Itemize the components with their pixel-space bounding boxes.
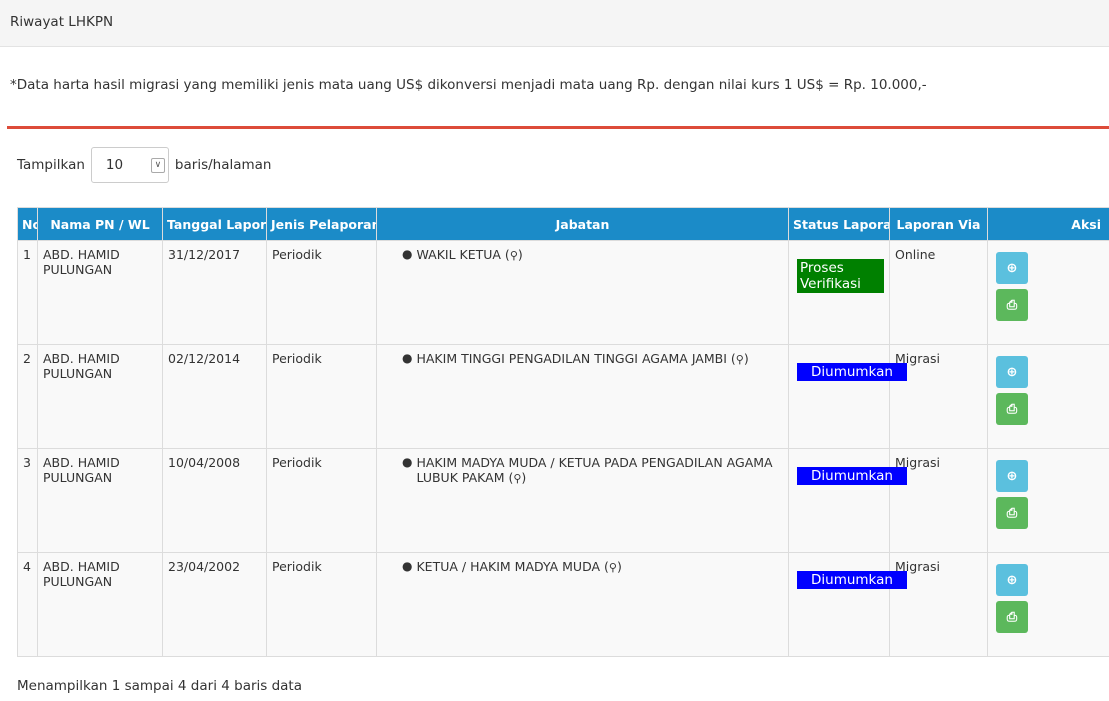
currency-notice: *Data harta hasil migrasi yang memiliki …	[10, 77, 927, 93]
key-icon[interactable]: ⚲	[513, 472, 521, 485]
key-icon[interactable]: ⚲	[736, 353, 744, 366]
cell-jenis: Periodik	[266, 448, 377, 553]
cell-via: Migrasi	[889, 448, 988, 553]
status-badge: Proses Verifikasi	[797, 259, 884, 293]
table-row: 2 ABD. HAMID PULUNGAN 02/12/2014 Periodi…	[17, 344, 1109, 449]
page-length-control: Tampilkan 10 ∨ baris/halaman	[17, 147, 271, 183]
jabatan-text: HAKIM TINGGI PENGADILAN TINGGI AGAMA JAM…	[416, 351, 736, 366]
column-header-aksi: Aksi	[987, 207, 1109, 241]
view-button[interactable]: ⊕	[996, 460, 1028, 492]
view-button[interactable]: ⊕	[996, 356, 1028, 388]
table-header-row: No. Nama PN / WL Tanggal Lapor Jenis Pel…	[17, 207, 1109, 241]
zoom-in-icon: ⊕	[1006, 572, 1018, 588]
zoom-in-icon: ⊕	[1006, 260, 1018, 276]
cell-status: Diumumkan	[788, 552, 907, 657]
lhkpn-history-table: No. Nama PN / WL Tanggal Lapor Jenis Pel…	[17, 207, 1109, 657]
cell-aksi: ⊕ ⎙	[987, 344, 1109, 449]
cell-aksi: ⊕ ⎙	[987, 552, 1109, 657]
cell-no: 4	[17, 552, 38, 657]
table-row: 1 ABD. HAMID PULUNGAN 31/12/2017 Periodi…	[17, 240, 1109, 345]
length-suffix-label: baris/halaman	[174, 157, 272, 173]
cell-status: Proses Verifikasi	[788, 240, 890, 345]
print-button[interactable]: ⎙	[996, 393, 1028, 425]
key-icon[interactable]: ⚲	[609, 561, 617, 574]
cell-via: Online	[889, 240, 988, 345]
print-button[interactable]: ⎙	[996, 497, 1028, 529]
cell-tanggal: 31/12/2017	[162, 240, 267, 345]
jabatan-text: HAKIM MADYA MUDA / KETUA PADA PENGADILAN…	[416, 455, 773, 485]
cell-tanggal: 23/04/2002	[162, 552, 267, 657]
cell-status: Diumumkan	[788, 448, 907, 553]
cell-via: Migrasi	[889, 344, 988, 449]
cell-jabatan: ● KETUA / HAKIM MADYA MUDA (⚲)	[376, 552, 789, 657]
cell-aksi: ⊕ ⎙	[987, 240, 1109, 345]
column-header-via[interactable]: Laporan Via	[889, 207, 988, 241]
cell-jenis: Periodik	[266, 344, 377, 449]
cell-nama: ABD. HAMID PULUNGAN	[37, 448, 163, 553]
key-icon[interactable]: ⚲	[510, 249, 518, 262]
table-row: 3 ABD. HAMID PULUNGAN 10/04/2008 Periodi…	[17, 448, 1109, 553]
column-header-no[interactable]: No.	[17, 207, 38, 241]
page-title: Riwayat LHKPN	[10, 14, 114, 30]
column-header-jenis[interactable]: Jenis Pelaporan	[266, 207, 377, 241]
print-icon: ⎙	[1006, 505, 1018, 521]
print-icon: ⎙	[1006, 401, 1018, 417]
jabatan-text: KETUA / HAKIM MADYA MUDA (	[416, 559, 609, 574]
column-header-jabatan[interactable]: Jabatan	[376, 207, 789, 241]
cell-nama: ABD. HAMID PULUNGAN	[37, 344, 163, 449]
cell-jabatan: ● HAKIM TINGGI PENGADILAN TINGGI AGAMA JA…	[376, 344, 789, 449]
cell-no: 3	[17, 448, 38, 553]
chevron-down-icon: ∨	[150, 158, 165, 173]
page-length-select[interactable]: 10 ∨	[90, 147, 169, 183]
cell-no: 2	[17, 344, 38, 449]
column-header-nama[interactable]: Nama PN / WL	[37, 207, 163, 241]
print-button[interactable]: ⎙	[996, 289, 1028, 321]
print-icon: ⎙	[1006, 297, 1018, 313]
length-prefix-label: Tampilkan	[17, 157, 85, 173]
cell-jabatan: ● HAKIM MADYA MUDA / KETUA PADA PENGADILA…	[376, 448, 789, 553]
zoom-in-icon: ⊕	[1006, 364, 1018, 380]
table-info: Menampilkan 1 sampai 4 dari 4 baris data	[17, 678, 302, 694]
print-button[interactable]: ⎙	[996, 601, 1028, 633]
zoom-in-icon: ⊕	[1006, 468, 1018, 484]
status-badge: Diumumkan	[797, 467, 907, 485]
cell-via: Migrasi	[889, 552, 988, 657]
status-badge: Diumumkan	[797, 363, 907, 381]
cell-jabatan: ● WAKIL KETUA (⚲)	[376, 240, 789, 345]
cell-jenis: Periodik	[266, 240, 377, 345]
divider	[7, 126, 1109, 129]
column-header-status[interactable]: Status Laporan	[788, 207, 890, 241]
view-button[interactable]: ⊕	[996, 564, 1028, 596]
cell-tanggal: 02/12/2014	[162, 344, 267, 449]
print-icon: ⎙	[1006, 609, 1018, 625]
cell-no: 1	[17, 240, 38, 345]
page-length-value: 10	[105, 157, 124, 173]
table-row: 4 ABD. HAMID PULUNGAN 23/04/2002 Periodi…	[17, 552, 1109, 657]
status-badge: Diumumkan	[797, 571, 907, 589]
cell-status: Diumumkan	[788, 344, 907, 449]
cell-tanggal: 10/04/2008	[162, 448, 267, 553]
view-button[interactable]: ⊕	[996, 252, 1028, 284]
jabatan-text: WAKIL KETUA (	[416, 247, 510, 262]
cell-nama: ABD. HAMID PULUNGAN	[37, 552, 163, 657]
cell-nama: ABD. HAMID PULUNGAN	[37, 240, 163, 345]
page-header: Riwayat LHKPN	[0, 0, 1109, 47]
cell-aksi: ⊕ ⎙	[987, 448, 1109, 553]
column-header-tanggal[interactable]: Tanggal Lapor	[162, 207, 267, 241]
cell-jenis: Periodik	[266, 552, 377, 657]
